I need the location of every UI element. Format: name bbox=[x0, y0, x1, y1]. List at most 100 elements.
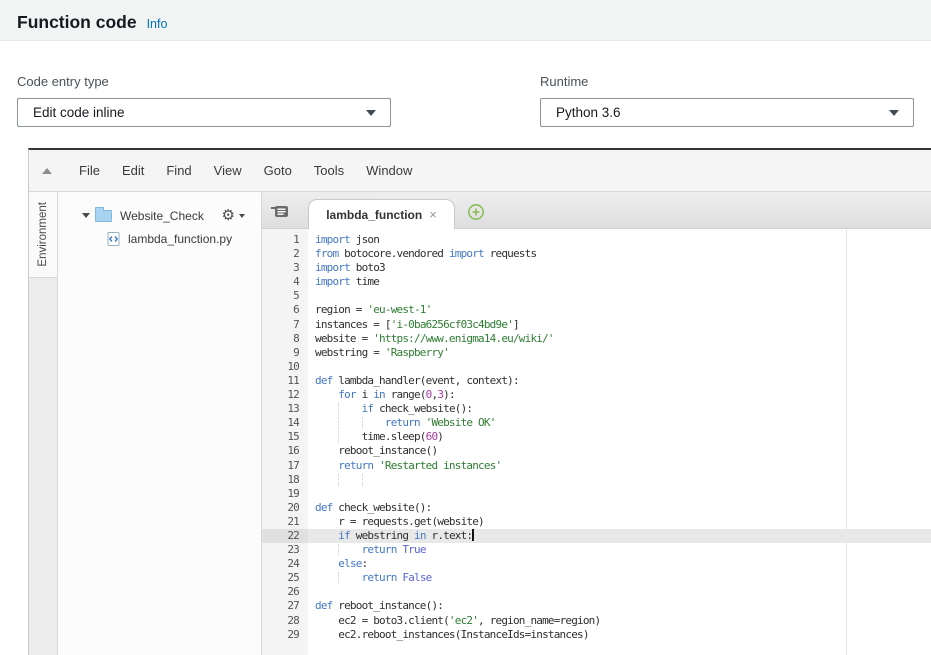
code-entry-type-label: Code entry type bbox=[17, 74, 109, 89]
code-line: reboot_instance() bbox=[315, 444, 438, 458]
line-number: 7 bbox=[293, 317, 300, 331]
code-line: if check_website(): bbox=[262, 402, 931, 416]
folder-icon bbox=[95, 206, 112, 222]
info-link[interactable]: Info bbox=[147, 17, 168, 31]
collapse-panel-icon[interactable] bbox=[42, 167, 52, 174]
menu-find[interactable]: Find bbox=[155, 163, 202, 178]
code-line: return True bbox=[262, 543, 931, 557]
line-number: 16 bbox=[287, 444, 299, 458]
code-line: return 'Website OK' bbox=[262, 416, 931, 430]
runtime-value: Python 3.6 bbox=[556, 105, 621, 120]
gear-menu-button[interactable]: ⚙ bbox=[222, 208, 245, 223]
code-area[interactable]: 1 2 3 4 5 6 7 8 9 10 11 12 13 14 15 16 17 18 19 20 21 22 23 24 2… bbox=[262, 229, 931, 655]
menu-tools[interactable]: Tools bbox=[303, 163, 355, 178]
line-number: 24 bbox=[287, 557, 299, 571]
line-number: 4 bbox=[293, 275, 300, 289]
line-number: 27 bbox=[287, 599, 299, 613]
editor-pane: lambda_function × 1 2 3 4 5 6 7 8 9 10 11 12 13 14 15 1… bbox=[262, 192, 931, 655]
runtime-label: Runtime bbox=[540, 74, 589, 89]
section-header: Function code Info bbox=[0, 0, 931, 41]
line-number: 13 bbox=[287, 402, 299, 416]
code-line: ec2.reboot_instances(InstanceIds=instanc… bbox=[315, 627, 589, 641]
menu-edit[interactable]: Edit bbox=[111, 163, 155, 178]
code-line: region = 'eu-west-1' bbox=[315, 303, 432, 317]
code-line: def check_website(): bbox=[315, 500, 432, 514]
indent-guide bbox=[361, 417, 363, 430]
gutter[interactable]: 1 2 3 4 5 6 7 8 9 10 11 12 13 14 15 16 17 18 19 20 21 22 23 24 2… bbox=[262, 229, 308, 655]
file-name: lambda_function.py bbox=[128, 231, 233, 246]
close-icon[interactable]: × bbox=[429, 208, 437, 221]
code-line: return False bbox=[262, 571, 931, 585]
code-line: import json bbox=[315, 233, 380, 246]
text-cursor bbox=[472, 528, 475, 541]
code-entry-type-select[interactable]: Edit code inline bbox=[17, 98, 391, 127]
line-number: 19 bbox=[287, 486, 299, 500]
code-line: def reboot_instance(): bbox=[315, 599, 444, 613]
menu-file[interactable]: File bbox=[68, 163, 111, 178]
code-lines: import json from botocore.vendored import… bbox=[262, 233, 931, 642]
line-number: 15 bbox=[287, 430, 299, 444]
code-line: for i in range(0,3): bbox=[338, 388, 455, 402]
line-number: 10 bbox=[287, 359, 299, 373]
line-number: 9 bbox=[293, 345, 300, 359]
code-line: import time bbox=[315, 275, 380, 289]
code-line: webstring = 'Raspberry' bbox=[315, 345, 450, 359]
code-file-icon bbox=[107, 231, 120, 246]
code-line: return 'Restarted instances' bbox=[338, 458, 502, 472]
caret-down-icon bbox=[889, 109, 899, 116]
indent-guide bbox=[338, 572, 340, 585]
menu-window[interactable]: Window bbox=[355, 163, 423, 178]
indent-guide bbox=[338, 431, 340, 444]
indent-guide bbox=[338, 473, 340, 486]
code-line: time.sleep(60) bbox=[315, 430, 444, 444]
code-line: r = requests.get(website) bbox=[315, 514, 484, 528]
runtime-field: Runtime Python 3.6 bbox=[540, 74, 914, 127]
file-tree: Website_Check ⚙ lambda_function.py bbox=[58, 192, 262, 655]
menu-goto[interactable]: Goto bbox=[253, 163, 303, 178]
code-line: from botocore.vendored import requests bbox=[315, 247, 537, 261]
tab-bar: lambda_function × bbox=[262, 192, 931, 229]
line-number: 21 bbox=[287, 514, 299, 528]
caret-down-icon bbox=[366, 109, 376, 116]
sidebar-tab-environment[interactable]: Environment bbox=[29, 192, 57, 278]
runtime-select[interactable]: Python 3.6 bbox=[540, 98, 914, 127]
environment-tab-label: Environment bbox=[37, 202, 49, 267]
indent-guide bbox=[338, 544, 340, 557]
folder-name: Website_Check bbox=[120, 208, 204, 223]
line-number: 25 bbox=[287, 571, 299, 585]
code-line: website = 'https://www.enigma14.eu/wiki/… bbox=[315, 331, 555, 345]
tab-lambda-function[interactable]: lambda_function × bbox=[308, 199, 455, 229]
code-line: import boto3 bbox=[315, 261, 386, 275]
line-number: 8 bbox=[293, 331, 300, 345]
line-number: 18 bbox=[287, 472, 299, 486]
line-number: 12 bbox=[287, 388, 299, 402]
tree-folder-row[interactable]: Website_Check ⚙ bbox=[58, 204, 261, 227]
line-number: 2 bbox=[293, 247, 300, 261]
line-number: 22 bbox=[262, 528, 308, 544]
code-line: instances = ['i-0ba6256cf03c4bd9e'] bbox=[315, 317, 520, 331]
tab-list-icon[interactable] bbox=[271, 204, 290, 219]
gear-icon: ⚙ bbox=[221, 207, 235, 224]
tree-file-row[interactable]: lambda_function.py bbox=[58, 227, 261, 250]
menu-view[interactable]: View bbox=[203, 163, 253, 178]
indent-guide bbox=[338, 417, 340, 430]
tree-expand-icon[interactable] bbox=[82, 213, 90, 218]
sidebar-strip: Environment bbox=[29, 192, 58, 655]
line-number: 5 bbox=[293, 289, 300, 303]
line-number: 29 bbox=[287, 627, 299, 641]
add-tab-icon[interactable] bbox=[467, 203, 485, 221]
line-number: 26 bbox=[287, 585, 299, 599]
code-editor: File Edit Find View Goto Tools Window Environm… bbox=[28, 148, 931, 655]
line-number: 14 bbox=[287, 416, 299, 430]
page-title: Function code bbox=[17, 12, 137, 32]
code-entry-type-field: Code entry type Edit code inline bbox=[17, 74, 391, 127]
line-number: 3 bbox=[293, 261, 300, 275]
line-number: 28 bbox=[287, 613, 299, 627]
line-number: 6 bbox=[293, 303, 300, 317]
indent-guide bbox=[361, 473, 363, 486]
code-line bbox=[262, 473, 931, 487]
